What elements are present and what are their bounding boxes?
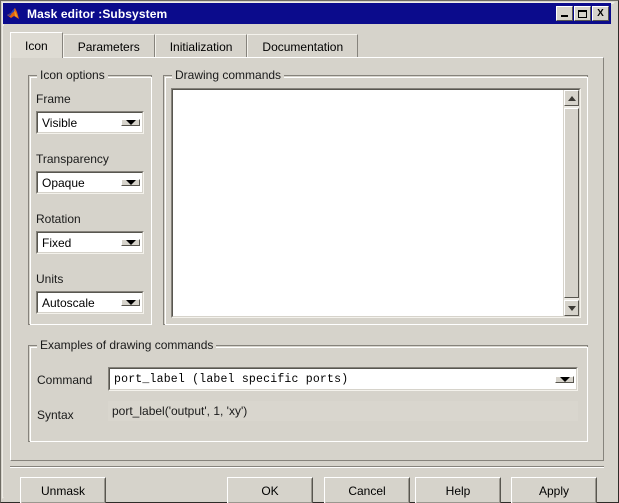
tab-strip: Icon Parameters Initialization Documenta… <box>10 32 604 58</box>
close-button[interactable]: X <box>592 6 609 21</box>
transparency-value: Opaque <box>42 175 85 190</box>
tab-strip-filler <box>358 33 604 58</box>
rotation-value: Fixed <box>42 235 72 250</box>
close-icon: X <box>597 7 604 19</box>
syntax-label: Syntax <box>37 408 74 422</box>
chevron-down-icon <box>125 180 136 185</box>
help-button[interactable]: Help <box>415 477 501 503</box>
tab-parameters[interactable]: Parameters <box>62 34 155 58</box>
transparency-label: Transparency <box>36 152 109 166</box>
scrollbar-track[interactable] <box>564 106 579 300</box>
window-title: Mask editor :Subsystem <box>27 6 168 21</box>
chevron-down-icon <box>125 120 136 125</box>
matlab-membrane-icon <box>6 6 22 22</box>
scroll-up-button[interactable] <box>564 90 579 106</box>
minimize-button[interactable] <box>556 6 573 21</box>
client-area: Icon Parameters Initialization Documenta… <box>3 26 611 503</box>
cancel-button[interactable]: Cancel <box>324 477 410 503</box>
frame-dropdown-button[interactable] <box>121 119 140 126</box>
frame-label: Frame <box>36 92 71 106</box>
drawing-commands-text[interactable] <box>173 90 563 316</box>
units-value: Autoscale <box>42 295 95 310</box>
unmask-button[interactable]: Unmask <box>20 477 106 503</box>
title-bar: Mask editor :Subsystem X <box>3 3 611 24</box>
tab-initialization[interactable]: Initialization <box>154 34 248 58</box>
examples-group: Examples of drawing commands <box>28 338 588 442</box>
scroll-down-icon <box>567 305 576 311</box>
units-dropdown-button[interactable] <box>121 299 140 306</box>
units-dropdown[interactable]: Autoscale <box>36 291 144 314</box>
maximize-icon <box>578 9 587 18</box>
rotation-label: Rotation <box>36 212 81 226</box>
icon-options-group-title: Icon options <box>37 68 108 82</box>
command-label: Command <box>37 373 93 387</box>
scroll-down-button[interactable] <box>564 300 579 316</box>
chevron-down-icon <box>125 300 136 305</box>
command-dropdown[interactable]: port_label (label specific ports) <box>108 367 578 391</box>
drawing-commands-scrollbar[interactable] <box>563 90 579 316</box>
tab-icon[interactable]: Icon <box>10 32 63 58</box>
transparency-dropdown[interactable]: Opaque <box>36 171 144 194</box>
apply-button[interactable]: Apply <box>511 477 597 503</box>
mask-editor-window: Mask editor :Subsystem X Icon Parameters… <box>0 0 619 503</box>
ok-button[interactable]: OK <box>227 477 313 503</box>
drawing-commands-textarea[interactable] <box>171 88 581 318</box>
maximize-button[interactable] <box>574 6 591 21</box>
scroll-up-icon <box>567 95 576 101</box>
rotation-dropdown[interactable]: Fixed <box>36 231 144 254</box>
chevron-down-icon <box>125 240 136 245</box>
rotation-dropdown-button[interactable] <box>121 239 140 246</box>
command-value: port_label (label specific ports) <box>114 372 349 386</box>
examples-group-title: Examples of drawing commands <box>37 338 217 352</box>
tab-panel-icon: Icon options Frame Visible Transparency … <box>10 57 604 461</box>
button-bar-separator <box>10 466 604 468</box>
units-label: Units <box>36 272 64 286</box>
window-controls: X <box>556 6 609 21</box>
tab-documentation[interactable]: Documentation <box>247 34 359 58</box>
minimize-icon <box>561 15 568 17</box>
drawing-commands-group-title: Drawing commands <box>172 68 285 82</box>
frame-dropdown[interactable]: Visible <box>36 111 144 134</box>
frame-value: Visible <box>42 115 78 130</box>
chevron-down-icon <box>559 376 570 382</box>
scrollbar-thumb[interactable] <box>564 108 579 298</box>
transparency-dropdown-button[interactable] <box>121 179 140 186</box>
command-dropdown-button[interactable] <box>555 375 574 383</box>
syntax-value: port_label('output', 1, 'xy') <box>108 401 578 421</box>
